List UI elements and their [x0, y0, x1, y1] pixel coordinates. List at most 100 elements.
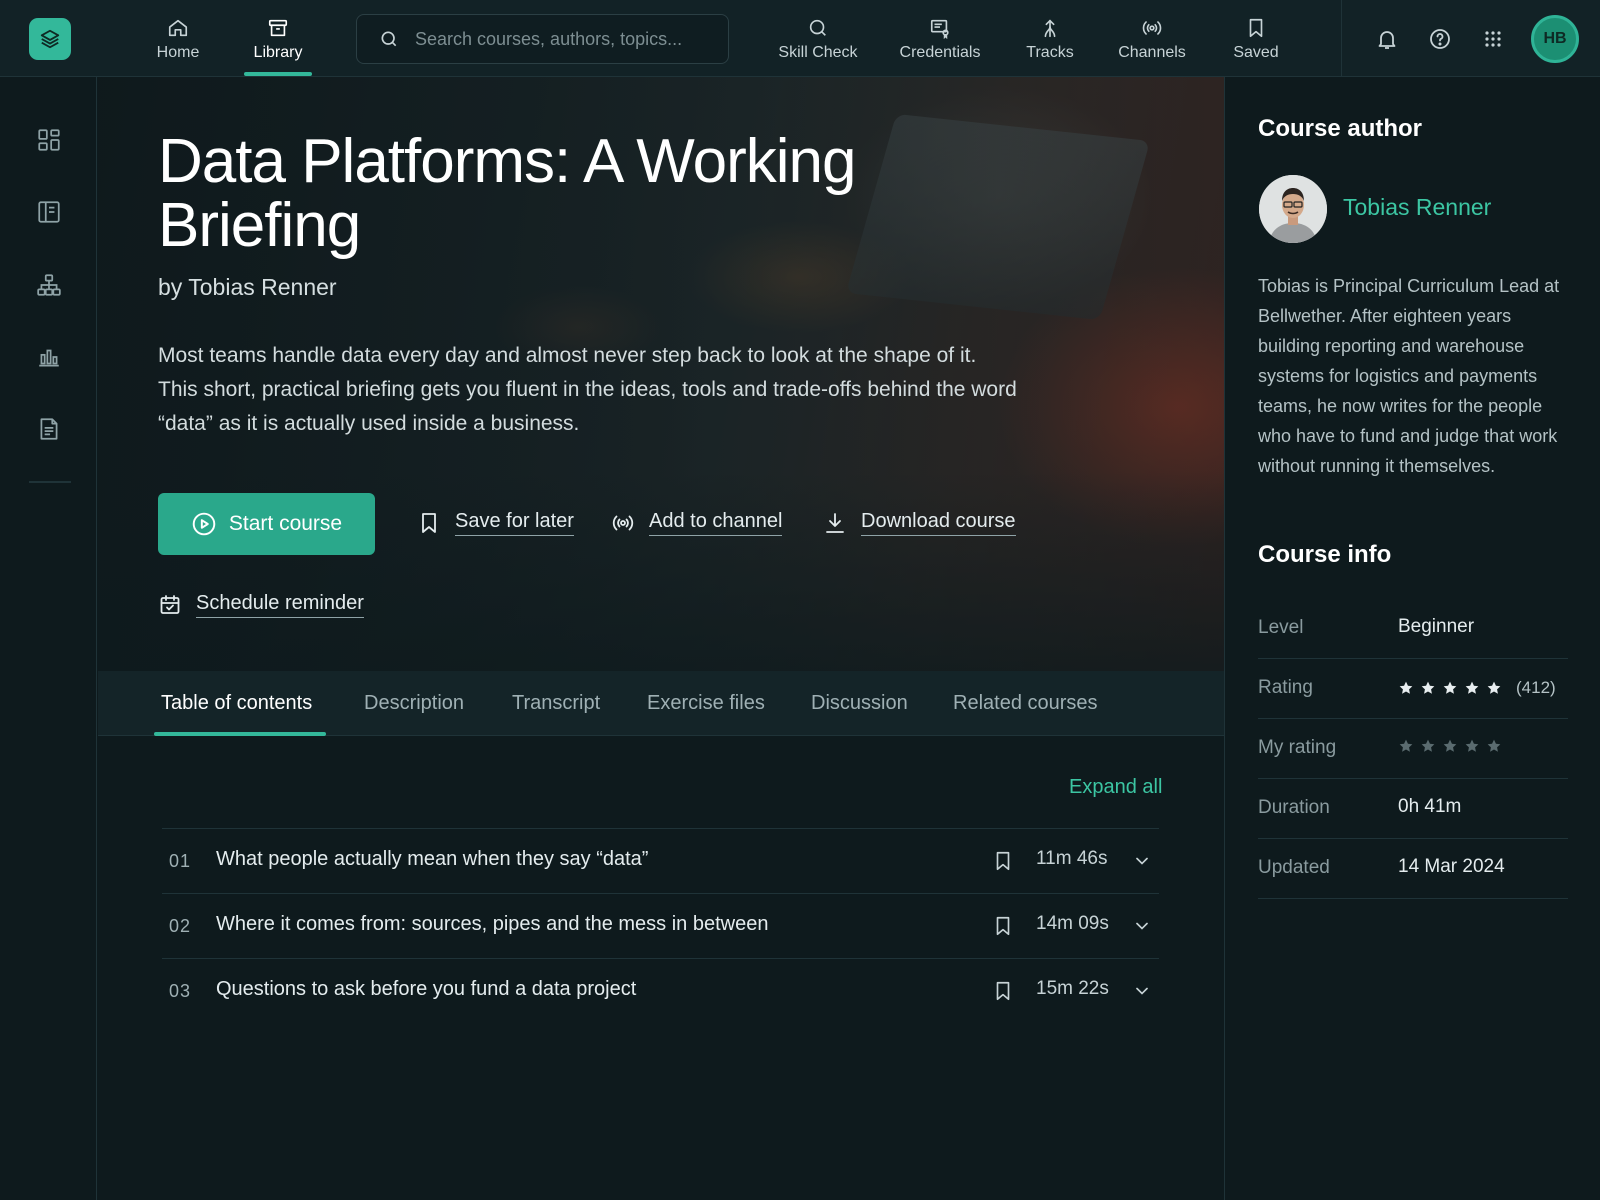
- duration-value: 0h 41m: [1398, 796, 1462, 817]
- chevron-down-icon[interactable]: [1132, 981, 1152, 1001]
- schedule-reminder-label: Schedule reminder: [196, 592, 364, 618]
- course-description: Most teams handle data every day and alm…: [158, 344, 1017, 435]
- tab-label: Discussion: [811, 692, 908, 714]
- star-icon[interactable]: [1464, 738, 1480, 754]
- star-icon[interactable]: [1442, 738, 1458, 754]
- app-logo[interactable]: [29, 18, 71, 60]
- info-row-duration: Duration 0h 41m: [1258, 779, 1568, 839]
- apps-grid-icon[interactable]: [1481, 27, 1505, 51]
- toc-item[interactable]: 03 Questions to ask before you fund a da…: [162, 958, 1159, 1023]
- search-bar[interactable]: [356, 14, 729, 64]
- nav-saved-label: Saved: [1233, 44, 1279, 61]
- download-icon: [826, 513, 844, 533]
- document-icon[interactable]: [36, 416, 62, 442]
- bookmark-icon[interactable]: [992, 980, 1014, 1002]
- info-label: Rating: [1258, 677, 1313, 698]
- save-for-later-label: Save for later: [455, 510, 574, 536]
- help-icon[interactable]: [1428, 27, 1452, 51]
- nav-credentials-label: Credentials: [899, 44, 981, 61]
- course-info-heading: Course info: [1258, 541, 1392, 568]
- info-label: My rating: [1258, 737, 1337, 758]
- star-icon[interactable]: [1398, 738, 1414, 754]
- star-icon: [1487, 681, 1501, 694]
- book-icon[interactable]: [36, 199, 62, 225]
- avatar-initials: HB: [1543, 30, 1567, 47]
- toc-item-title[interactable]: Questions to ask before you fund a data …: [216, 978, 636, 1001]
- bookmark-icon: [1249, 18, 1263, 38]
- nav-saved[interactable]: Saved: [1228, 0, 1284, 77]
- left-sidebar: [0, 77, 97, 1200]
- toc-item-duration: 14m 09s: [1036, 913, 1109, 934]
- info-row-rating: Rating (412): [1258, 659, 1568, 719]
- sidebar-divider: [29, 481, 71, 483]
- rating-count: (412): [1516, 678, 1556, 697]
- course-author-heading: Course author: [1258, 115, 1423, 142]
- expand-all-button[interactable]: Expand all: [1069, 776, 1162, 799]
- toc-item-duration: 15m 22s: [1036, 978, 1109, 999]
- nav-library[interactable]: Library: [244, 0, 312, 77]
- archive-icon: [268, 19, 288, 37]
- nav-home[interactable]: Home: [150, 0, 206, 77]
- broadcast-icon: [612, 515, 634, 531]
- bar-chart-icon[interactable]: [36, 344, 62, 370]
- toc-item-title[interactable]: What people actually mean when they say …: [216, 848, 648, 871]
- toc-item-number: 03: [169, 981, 192, 1001]
- nav-skill-check[interactable]: Skill Check: [774, 0, 862, 77]
- add-to-channel-link[interactable]: Add to channel: [611, 505, 783, 541]
- search-icon: [381, 31, 397, 47]
- topbar-divider: [1341, 0, 1342, 77]
- nav-credentials[interactable]: Credentials: [896, 0, 984, 77]
- search-input[interactable]: [415, 28, 705, 50]
- tab-related-courses[interactable]: Related courses: [953, 671, 1098, 736]
- download-course-link[interactable]: Download course: [823, 505, 1016, 541]
- schedule-reminder-link[interactable]: Schedule reminder: [158, 587, 364, 623]
- start-course-button[interactable]: Start course: [158, 493, 375, 555]
- search-icon: [809, 19, 826, 36]
- tab-transcript[interactable]: Transcript: [512, 671, 600, 736]
- toc-item[interactable]: 02 Where it comes from: sources, pipes a…: [162, 893, 1159, 958]
- star-icon[interactable]: [1420, 738, 1436, 754]
- nav-tracks[interactable]: Tracks: [1022, 0, 1078, 77]
- credential-icon: [930, 19, 949, 39]
- home-icon: [168, 19, 188, 37]
- author-name-link[interactable]: Tobias Renner: [1343, 194, 1491, 221]
- info-row-updated: Updated 14 Mar 2024: [1258, 839, 1568, 899]
- toc-item-duration: 11m 46s: [1036, 848, 1108, 869]
- toc-item-title[interactable]: Where it comes from: sources, pipes and …: [216, 913, 768, 936]
- tab-label: Exercise files: [647, 692, 765, 714]
- bookmark-icon[interactable]: [992, 850, 1014, 872]
- star-icon[interactable]: [1486, 738, 1502, 754]
- broadcast-icon: [1142, 21, 1162, 35]
- top-navigation-bar: Home Library Skill Check Credentials Tra…: [0, 0, 1600, 77]
- tab-discussion[interactable]: Discussion: [811, 671, 908, 736]
- save-for-later-link[interactable]: Save for later: [417, 505, 574, 541]
- nav-home-label: Home: [156, 44, 200, 61]
- user-avatar[interactable]: HB: [1531, 15, 1579, 63]
- calendar-icon: [160, 595, 180, 614]
- dashboard-icon[interactable]: [36, 127, 62, 153]
- course-title: Data Platforms: A Working Briefing: [158, 127, 856, 260]
- bookmark-icon[interactable]: [992, 915, 1014, 937]
- tab-description[interactable]: Description: [364, 671, 464, 736]
- org-chart-icon[interactable]: [36, 272, 62, 298]
- my-rating-stars[interactable]: [1398, 738, 1508, 754]
- chevron-down-icon[interactable]: [1132, 851, 1152, 871]
- rating-stars: (412): [1398, 678, 1556, 698]
- nav-skill-check-label: Skill Check: [778, 44, 858, 61]
- star-icon: [1443, 681, 1457, 694]
- play-circle-icon: [192, 512, 216, 536]
- chevron-down-icon[interactable]: [1132, 916, 1152, 936]
- add-to-channel-label: Add to channel: [649, 510, 783, 536]
- tab-exercise-files[interactable]: Exercise files: [647, 671, 765, 736]
- star-icon: [1399, 681, 1413, 694]
- nav-channels[interactable]: Channels: [1114, 0, 1190, 77]
- toc-item[interactable]: 01 What people actually mean when they s…: [162, 828, 1159, 893]
- tab-active-indicator: [154, 732, 326, 736]
- level-value: Beginner: [1398, 616, 1475, 637]
- bell-icon[interactable]: [1375, 27, 1399, 51]
- tab-label: Table of contents: [161, 692, 313, 714]
- tab-label: Description: [364, 692, 465, 714]
- author-avatar[interactable]: [1259, 175, 1327, 243]
- course-byline: by Tobias Renner: [158, 274, 337, 300]
- tab-table-of-contents[interactable]: Table of contents: [161, 671, 312, 736]
